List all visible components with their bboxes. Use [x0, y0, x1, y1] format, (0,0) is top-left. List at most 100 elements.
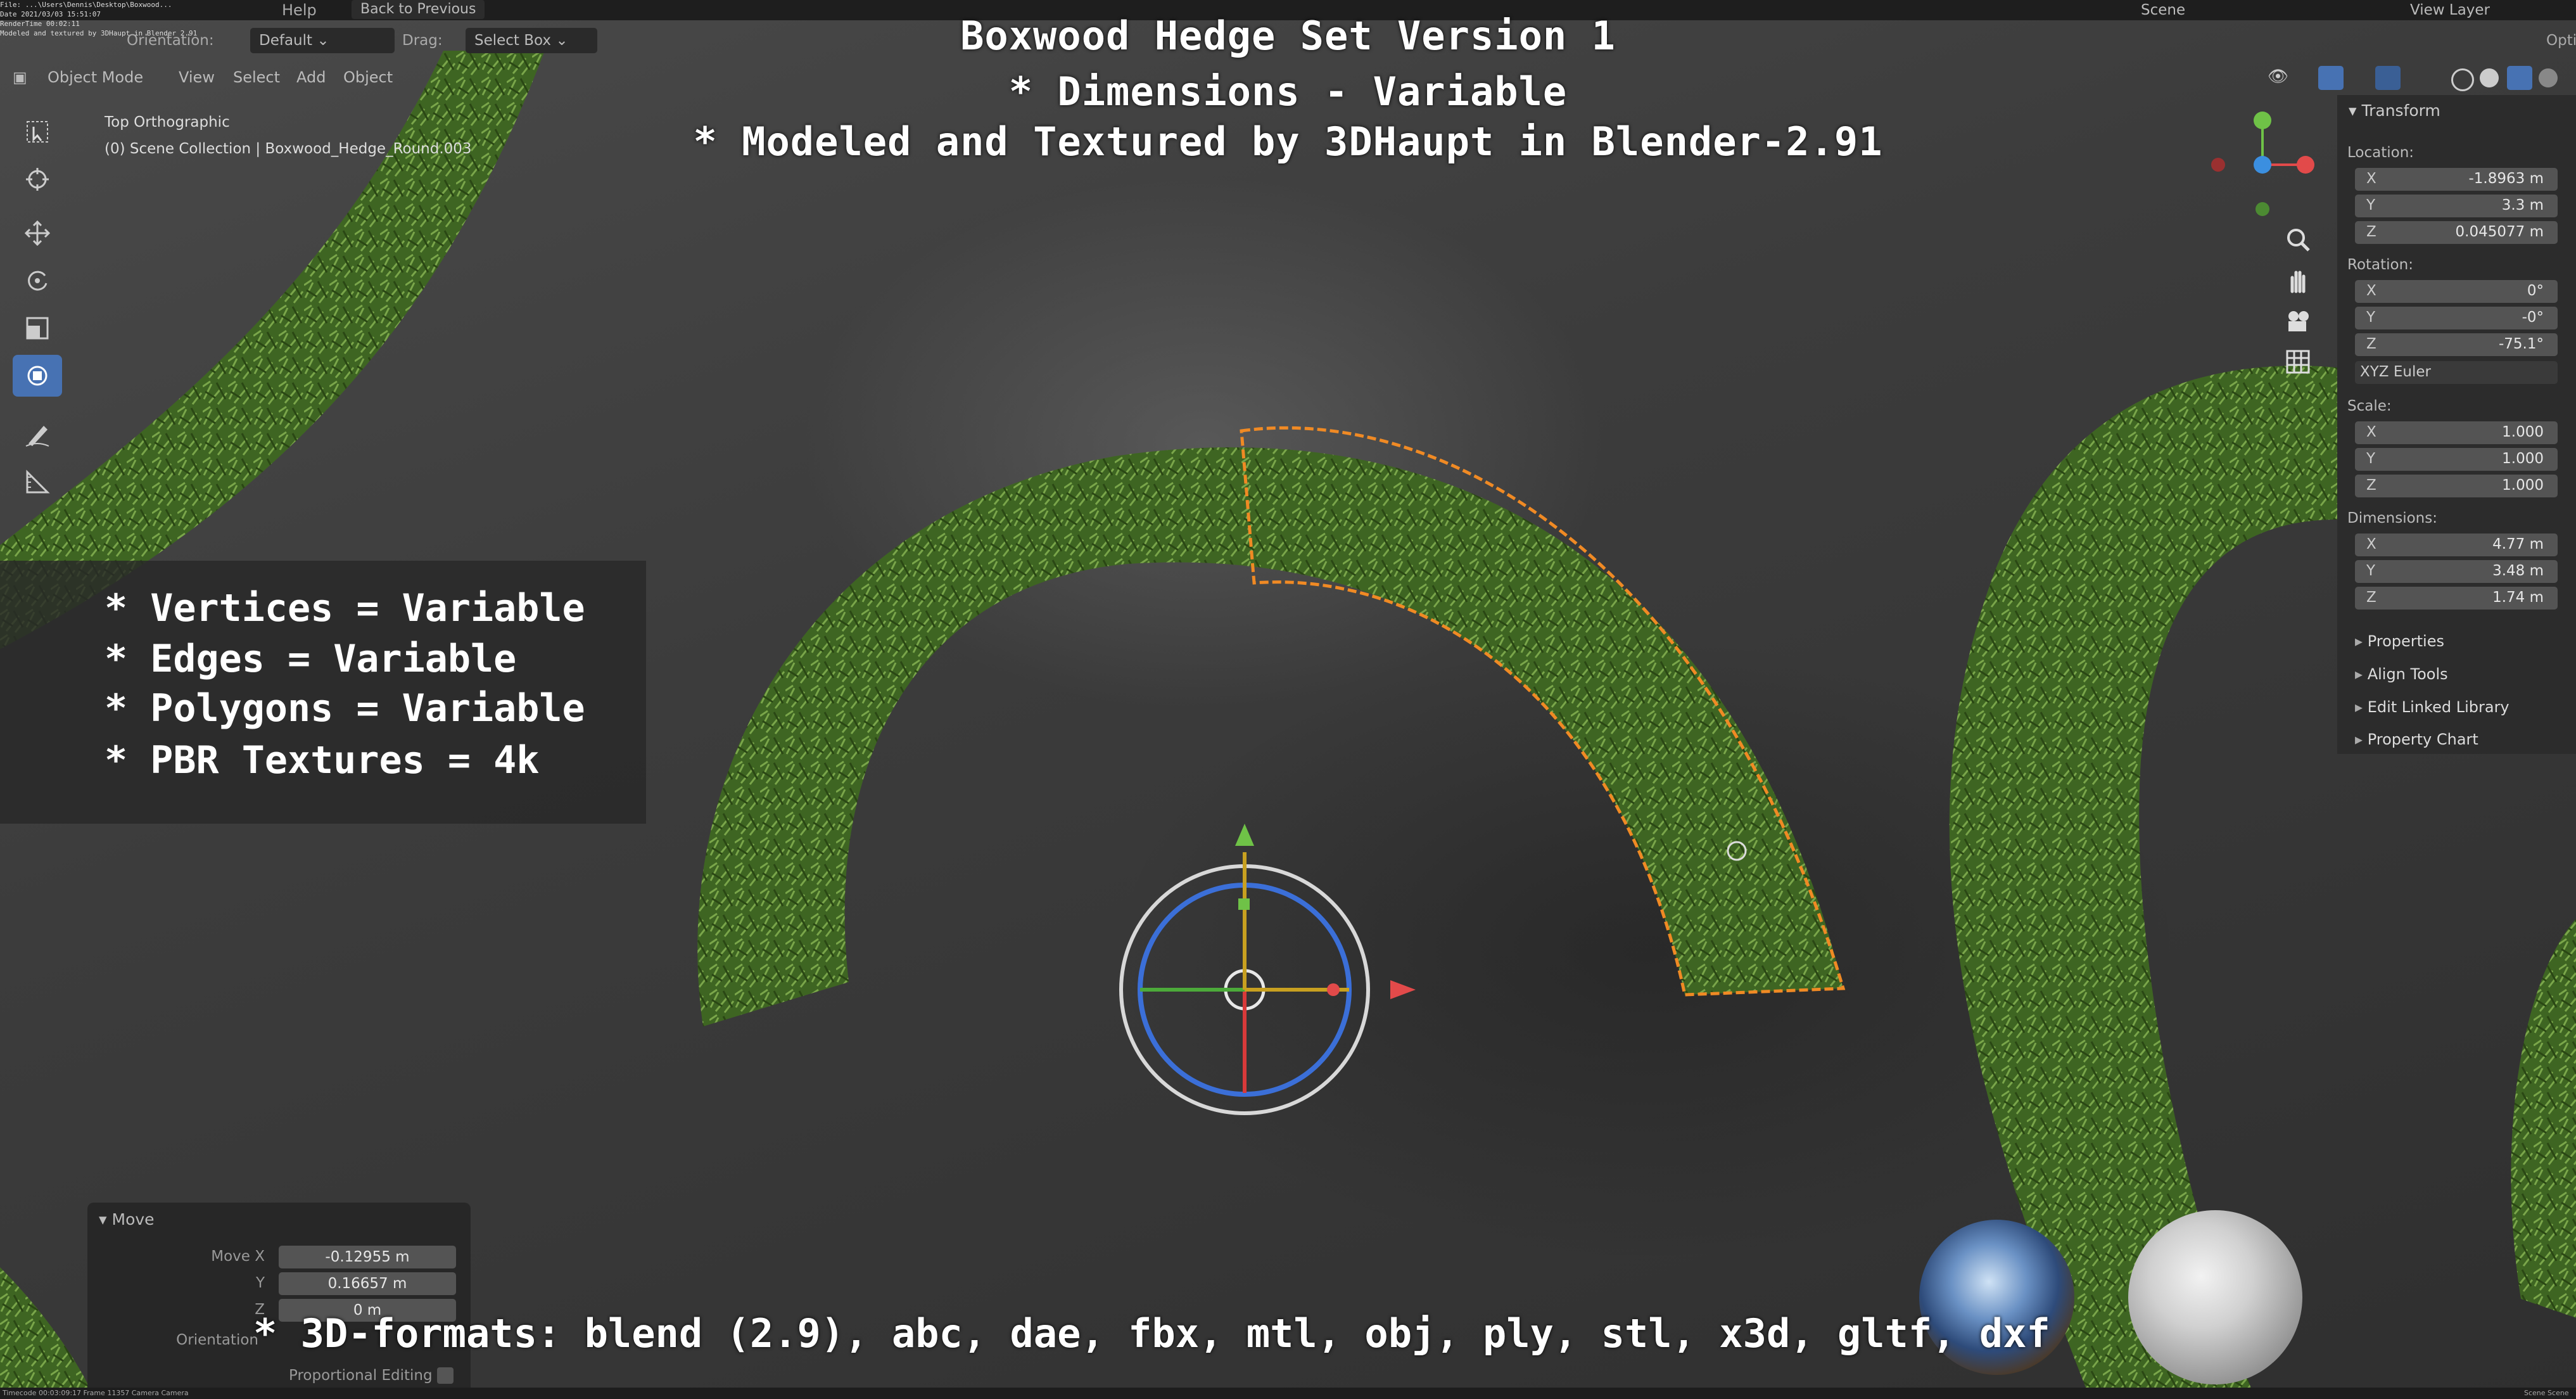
- field-value: 1.000: [2502, 450, 2544, 467]
- field-value: 1.000: [2502, 424, 2544, 440]
- rotation-label: Rotation:: [2347, 257, 2413, 273]
- hedge-bottom-left: [0, 1267, 95, 1399]
- stat-textures: * PBR Textures = 4k: [105, 738, 540, 783]
- scale-tool[interactable]: [13, 307, 62, 349]
- axis-label: Z: [2366, 224, 2376, 240]
- status-left: Timecode 00:03:09:17 Frame 11357 Camera …: [3, 1389, 189, 1397]
- axis-label: X: [2366, 283, 2376, 299]
- move-tool[interactable]: [13, 212, 62, 254]
- scale-z-field[interactable]: Z 1.000: [2355, 475, 2558, 497]
- scale-x-field[interactable]: X 1.000: [2355, 421, 2558, 444]
- axis-label: Y: [2366, 309, 2376, 326]
- move-y-field[interactable]: 0.16657 m: [279, 1272, 456, 1295]
- rotate-tool[interactable]: [13, 260, 62, 302]
- rotate-icon: [28, 271, 48, 291]
- rotation-mode-value: XYZ Euler: [2360, 364, 2431, 380]
- sidebar-transform-panel: ▾ Transform Location: X -1.8963 m Y 3.3 m …: [2337, 95, 2576, 754]
- field-value: 0.045077 m: [2455, 224, 2544, 240]
- overlay-title: Boxwood Hedge Set Version 1: [960, 13, 1616, 59]
- location-y-field[interactable]: Y 3.3 m: [2355, 195, 2558, 217]
- material-shading-icon[interactable]: [2507, 66, 2532, 90]
- gizmo-z-axis: [2254, 156, 2271, 174]
- material-preview-sphere: [2128, 1210, 2302, 1384]
- axis-label: X: [2366, 536, 2376, 553]
- viewport-shading-buttons: 👁: [2268, 63, 2576, 94]
- location-x-field[interactable]: X -1.8963 m: [2355, 168, 2558, 191]
- field-value: 1.74 m: [2492, 589, 2544, 606]
- proportional-editing-checkbox[interactable]: [437, 1367, 454, 1384]
- axis-label: X: [2366, 424, 2376, 440]
- rendered-shading-icon[interactable]: [2539, 68, 2558, 87]
- gizmo-toggle-icon[interactable]: [2318, 66, 2344, 90]
- annotate-pencil-icon: [25, 426, 49, 447]
- location-label: Location:: [2347, 144, 2414, 161]
- field-value: 3.48 m: [2492, 563, 2544, 579]
- stats-box: * Vertices = Variable * Edges = Variable…: [0, 561, 646, 824]
- overlay-toggle-icon[interactable]: [2375, 66, 2401, 90]
- panel-property-chart[interactable]: Property Chart: [2355, 731, 2478, 748]
- scale-icon: [26, 317, 49, 340]
- move-panel-title: Move: [111, 1210, 155, 1229]
- move-x-label: Move X: [211, 1248, 265, 1265]
- move-y-label: Y: [255, 1275, 265, 1291]
- status-bar: Timecode 00:03:09:17 Frame 11357 Camera …: [0, 1388, 2576, 1399]
- location-z-field[interactable]: Z 0.045077 m: [2355, 221, 2558, 244]
- wireframe-shading-icon[interactable]: [2451, 68, 2474, 91]
- axis-label: Z: [2366, 477, 2376, 494]
- zoom-icon[interactable]: [2283, 225, 2314, 255]
- annotate-tool[interactable]: [13, 414, 62, 456]
- field-value: -0°: [2522, 309, 2544, 326]
- camera-view-icon[interactable]: [2283, 307, 2314, 338]
- transform-header[interactable]: ▾ Transform: [2349, 101, 2440, 120]
- transform-icon: [27, 366, 48, 386]
- panel-align-tools[interactable]: Align Tools: [2355, 665, 2448, 683]
- dimensions-y-field[interactable]: Y 3.48 m: [2355, 560, 2558, 583]
- rotation-z-field[interactable]: Z -75.1°: [2355, 333, 2558, 356]
- axis-label: X: [2366, 170, 2376, 187]
- dimensions-z-field[interactable]: Z 1.74 m: [2355, 587, 2558, 610]
- axis-label: Z: [2366, 336, 2376, 352]
- transform-header-label: Transform: [2361, 101, 2440, 120]
- navigation-gizmo[interactable]: [2179, 101, 2331, 228]
- grid-perspective-icon[interactable]: [2283, 347, 2314, 378]
- move-icon: [25, 220, 50, 246]
- redo-last-move-panel: ▾ Move Move X -0.12955 m Y 0.16657 m Z 0…: [87, 1203, 471, 1399]
- field-value: 0°: [2527, 283, 2544, 299]
- panel-edit-linked-library[interactable]: Edit Linked Library: [2355, 698, 2509, 716]
- status-right: Scene Scene: [2524, 1389, 2569, 1397]
- field-value: 1.000: [2502, 477, 2544, 494]
- cursor-icon: [26, 168, 49, 191]
- move-x-field[interactable]: -0.12955 m: [279, 1246, 456, 1268]
- stat-vertices: * Vertices = Variable: [105, 586, 585, 630]
- panel-properties[interactable]: Properties: [2355, 632, 2444, 650]
- dimensions-x-field[interactable]: X 4.77 m: [2355, 533, 2558, 556]
- rotation-mode-dropdown[interactable]: XYZ Euler: [2355, 361, 2558, 384]
- stat-polygons: * Polygons = Variable: [105, 686, 585, 731]
- measure-tool[interactable]: [13, 461, 62, 503]
- rotation-x-field[interactable]: X 0°: [2355, 280, 2558, 303]
- gizmo-x-axis: [2297, 156, 2314, 174]
- axis-label: Y: [2366, 197, 2376, 214]
- axis-label: Y: [2366, 563, 2376, 579]
- measure-ruler-icon: [26, 470, 50, 494]
- move-panel-header[interactable]: ▾ Move: [99, 1210, 155, 1229]
- scale-label: Scale:: [2347, 398, 2392, 414]
- field-value: 3.3 m: [2501, 197, 2544, 214]
- solid-shading-icon[interactable]: [2480, 68, 2499, 87]
- formats-caption: * 3D-formats: blend (2.9), abc, dae, fbx…: [253, 1310, 2050, 1357]
- axis-label: Z: [2366, 589, 2376, 606]
- move-z-label: Z: [255, 1301, 265, 1318]
- transform-gizmo: [1119, 824, 1416, 1115]
- dimensions-label: Dimensions:: [2347, 510, 2437, 527]
- transform-tool[interactable]: [13, 355, 62, 397]
- orientation-label: Orientation: [176, 1332, 258, 1348]
- rotation-y-field[interactable]: Y -0°: [2355, 307, 2558, 329]
- hand-pan-icon[interactable]: [2283, 266, 2314, 297]
- proportional-editing-label: Proportional Editing: [289, 1367, 433, 1384]
- visibility-icon[interactable]: 👁: [2268, 67, 2293, 90]
- gizmo-y-axis: [2254, 112, 2271, 129]
- stat-edges: * Edges = Variable: [105, 637, 517, 681]
- field-value: -75.1°: [2498, 336, 2544, 352]
- axis-label: Y: [2366, 450, 2376, 467]
- scale-y-field[interactable]: Y 1.000: [2355, 448, 2558, 471]
